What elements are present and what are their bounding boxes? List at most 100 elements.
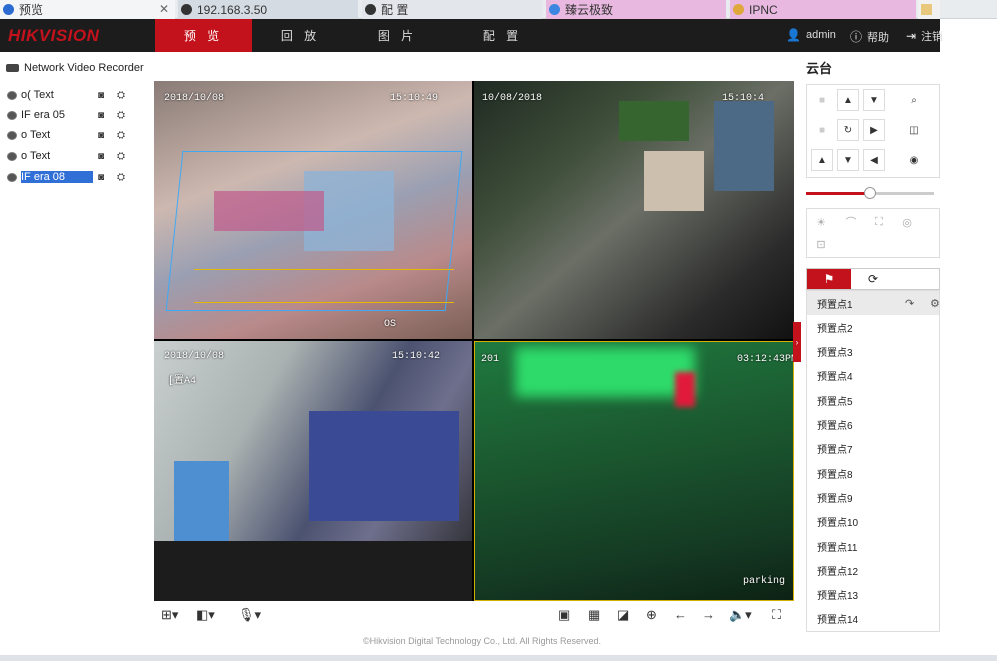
preset-item[interactable]: 预置点6 — [807, 413, 939, 437]
record-icon[interactable]: ◙ — [98, 130, 104, 141]
video-pane-3[interactable]: 2018/10/08 [置A4 15:10:42 — [154, 341, 472, 601]
microphone-icon[interactable]: 🎙▾ — [238, 607, 261, 623]
camera-item-selected[interactable]: IF era 08 ◙ ⛭ — [7, 170, 132, 184]
video-content — [714, 101, 774, 191]
live-view-grid: 2018/10/08 15:10:49 OS 10/08/2018 15:10:… — [154, 81, 794, 601]
preset-item[interactable]: 预置点7 — [807, 437, 939, 461]
help-link[interactable]: ⓘ 帮助 — [850, 28, 889, 45]
preset-item[interactable]: 预置点9 — [807, 485, 939, 509]
browser-tab-ip[interactable]: 192.168.3.50 — [178, 0, 358, 19]
nav-configuration[interactable]: 配 置 — [454, 19, 551, 52]
logout-icon: ⇥ — [906, 29, 917, 43]
record-icon[interactable]: ◙ — [98, 110, 104, 121]
ptz-icon[interactable]: ⛭ — [117, 110, 125, 121]
record-icon[interactable]: ◙ — [98, 151, 104, 162]
record-icon[interactable]: ◙ — [98, 90, 104, 101]
record-icon[interactable]: ▦ — [588, 607, 600, 623]
preset-item[interactable]: 预置点14 — [807, 607, 939, 631]
ptz-down-button[interactable]: ▼ — [837, 149, 859, 171]
next-page-icon[interactable]: → — [702, 607, 715, 622]
browser-tab-bar: 预览 ✕ 192.168.3.50 配 置 臻云极致 IPNC — [0, 0, 997, 19]
video-pane-2[interactable]: 10/08/2018 15:10:4 — [474, 81, 794, 339]
new-tab-button[interactable] — [918, 0, 940, 19]
nav-picture[interactable]: 图 片 — [349, 19, 446, 52]
camera-icon — [7, 151, 17, 161]
preset-item[interactable]: 预置点5 — [807, 388, 939, 412]
ptz-right-button[interactable]: ▶ — [863, 119, 885, 141]
preset-item[interactable]: 预置点4 — [807, 364, 939, 388]
ptz-speed-slider[interactable] — [806, 187, 934, 199]
video-content — [154, 541, 472, 601]
panel-toggle-button[interactable]: › — [793, 322, 801, 362]
browser-tab-config[interactable]: 配 置 — [362, 0, 542, 19]
set-preset-icon[interactable]: ⚙ — [930, 297, 939, 310]
preset-item[interactable]: 预置点2 — [807, 315, 939, 339]
iris-icon[interactable]: ◉ — [903, 149, 925, 171]
ie-icon — [733, 4, 744, 15]
prev-page-icon[interactable]: ← — [674, 607, 687, 622]
call-preset-icon[interactable]: ↷ — [905, 297, 914, 310]
nav-playback[interactable]: 回 放 — [252, 19, 349, 52]
camera-item[interactable]: o( Text ◙ ⛭ — [7, 88, 132, 102]
light-icon[interactable]: ☀ — [811, 213, 831, 231]
status-bar — [0, 655, 997, 661]
capture-icon[interactable]: ▣ — [558, 607, 570, 623]
line-crossing — [194, 269, 454, 303]
zoom-in-icon[interactable]: ⌕ — [903, 89, 925, 111]
preset-item[interactable]: 预置点1 ↷ ⚙ — [807, 291, 939, 315]
lens-init-icon[interactable]: ◎ — [897, 213, 917, 231]
camera-icon — [7, 172, 17, 182]
fullscreen-icon[interactable]: ⛶ — [772, 607, 781, 623]
slider-fill — [806, 192, 870, 195]
layout-icon[interactable]: ⊞▾ — [161, 607, 178, 623]
focus-assist-icon[interactable]: ⛶ — [869, 213, 889, 231]
ptz-down-right-button[interactable]: ◀ — [863, 149, 885, 171]
focus-icon[interactable]: ◫ — [903, 119, 925, 141]
patrol-tab-icon[interactable]: ⟳ — [851, 269, 895, 289]
browser-tab-cloud[interactable]: 臻云极致 — [546, 0, 726, 19]
ptz-icon[interactable]: ⛭ — [117, 130, 125, 141]
preset-item[interactable]: 预置点8 — [807, 461, 939, 485]
clip-icon[interactable]: ◪ — [617, 607, 629, 623]
cloud-icon — [549, 4, 560, 15]
user-menu[interactable]: 👤 admin — [786, 28, 836, 42]
video-content — [515, 347, 695, 397]
preset-tabs: ⚑ ⟳ — [806, 268, 940, 290]
ptz-icon[interactable]: ⛭ — [117, 172, 125, 183]
volume-icon[interactable]: 🔈▾ — [729, 607, 752, 623]
ptz-up-right-button[interactable]: ▼ — [863, 89, 885, 111]
zoom-icon[interactable]: ⊕ — [646, 607, 657, 623]
ptz-auto-icon[interactable]: ↻ — [837, 119, 859, 141]
video-toolbar: ⊞▾ ◧▾ 🎙▾ ▣ ▦ ◪ ⊕ ← → 🔈▾ ⛶ — [154, 602, 794, 630]
camera-item[interactable]: o Text ◙ ⛭ — [7, 149, 132, 163]
preset-tab-flag-icon[interactable]: ⚑ — [807, 269, 851, 289]
camera-item[interactable]: IF era 05 ◙ ⛭ — [7, 108, 132, 122]
preset-item[interactable]: 预置点11 — [807, 534, 939, 558]
video-pane-4[interactable]: 201 03:12:43PM parking — [474, 341, 794, 601]
close-tab-icon[interactable]: ✕ — [159, 2, 169, 16]
device-tree-title[interactable]: Network Video Recorder — [6, 62, 144, 74]
ptz-left-button[interactable]: ■ — [811, 119, 833, 141]
preset-item[interactable]: 预置点12 — [807, 558, 939, 582]
preset-item[interactable]: 预置点13 — [807, 583, 939, 607]
video-pane-1[interactable]: 2018/10/08 15:10:49 OS — [154, 81, 472, 339]
browser-tab-ipnc[interactable]: IPNC — [730, 0, 916, 19]
preset-item[interactable]: 预置点10 — [807, 510, 939, 534]
page-icon — [181, 4, 192, 15]
ptz-up-button[interactable]: ▲ — [837, 89, 859, 111]
logout-link[interactable]: ⇥ 注销 — [906, 28, 943, 44]
regional-focus-icon[interactable]: ⊡ — [811, 235, 831, 253]
wiper-icon[interactable]: ⌒ — [841, 213, 861, 231]
browser-tab-preview[interactable]: 预览 ✕ — [0, 0, 175, 19]
pattern-tab[interactable] — [895, 269, 939, 289]
ptz-up-left-button[interactable]: ■ — [811, 89, 833, 111]
record-icon[interactable]: ◙ — [98, 172, 104, 183]
slider-handle[interactable] — [864, 187, 876, 199]
ptz-down-left-button[interactable]: ▲ — [811, 149, 833, 171]
ptz-icon[interactable]: ⛭ — [117, 90, 125, 101]
stream-icon[interactable]: ◧▾ — [196, 607, 215, 623]
preset-item[interactable]: 预置点3 — [807, 340, 939, 364]
ptz-icon[interactable]: ⛭ — [117, 151, 125, 162]
nav-preview[interactable]: 预 览 — [155, 19, 252, 52]
camera-item[interactable]: o Text ◙ ⛭ — [7, 128, 132, 142]
